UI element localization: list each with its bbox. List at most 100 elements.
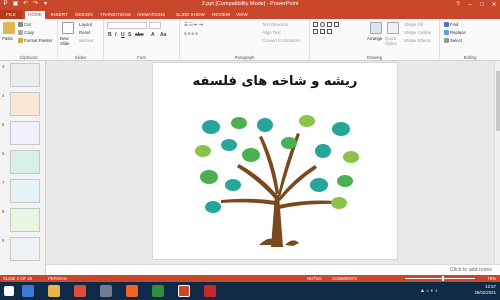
tab-home[interactable]: HOME (25, 11, 45, 19)
windows-start-icon[interactable] (4, 286, 14, 296)
quick-styles-icon[interactable] (387, 22, 399, 34)
format-painter-button[interactable]: Format Painter (18, 38, 52, 44)
tab-file[interactable]: FILE (0, 10, 22, 19)
comments-toggle[interactable]: COMMENTS (332, 276, 357, 281)
replace-button[interactable]: Replace (444, 30, 466, 36)
text-direction-button[interactable]: Text Direction (262, 22, 288, 27)
notes-placeholder[interactable]: Click to add notes (450, 267, 492, 273)
shape-line-icon[interactable] (313, 29, 318, 34)
cut-label: Cut (24, 22, 31, 27)
notes-toggle[interactable]: NOTES (307, 276, 322, 281)
paste-button[interactable]: Paste (2, 36, 13, 41)
shape-star-icon[interactable] (327, 29, 332, 34)
tab-insert[interactable]: INSERT (48, 11, 71, 19)
leaf-icon (337, 175, 353, 187)
tab-review[interactable]: REVIEW (209, 11, 233, 19)
tab-view[interactable]: VIEW (233, 11, 251, 19)
arrange-button[interactable]: Arrange (367, 36, 382, 41)
arrange-icon[interactable] (370, 22, 382, 34)
drawing-group-label: Drawing (366, 55, 383, 60)
current-slide[interactable]: ریشه و شاخه های فلسفه (152, 62, 398, 260)
leaf-icon (200, 170, 218, 184)
tab-slide-show[interactable]: SLIDE SHOW (173, 11, 208, 19)
font-name-box[interactable] (107, 22, 147, 29)
restore-button[interactable]: □ (476, 0, 488, 10)
slide-thumbnail-8[interactable] (10, 208, 40, 232)
slide-thumbnail-3[interactable] (10, 63, 40, 87)
quick-styles-button[interactable]: Quick Styles (385, 36, 401, 46)
language-indicator[interactable]: PERSIAN (48, 276, 67, 281)
slide-thumbnails-pane: 3 4 5 6 7 8 9 (0, 61, 46, 275)
font-group: B I U S abc A Aa Font (104, 19, 180, 61)
shape-arrow-icon[interactable] (334, 22, 339, 27)
scrollbar-thumb[interactable] (496, 71, 500, 131)
copy-icon (18, 30, 23, 36)
zoom-slider-knob[interactable] (442, 276, 445, 281)
new-slide-button[interactable]: New Slide (60, 36, 78, 46)
help-button[interactable]: ? (452, 0, 464, 10)
notes-pane[interactable]: Click to add notes (46, 264, 500, 275)
shape-rectangle-icon[interactable] (327, 22, 332, 27)
minimize-button[interactable]: – (464, 0, 476, 10)
shadow-button[interactable]: S (128, 32, 131, 38)
strikethrough-button[interactable]: abc (135, 32, 144, 38)
layout-button[interactable]: Layout (79, 22, 92, 27)
align-text-button[interactable]: Align Text (262, 30, 281, 35)
chrome-icon[interactable] (152, 285, 164, 297)
tab-design[interactable]: DESIGN (72, 11, 96, 19)
pdf-reader-icon[interactable] (204, 285, 216, 297)
clock[interactable]: 12:57 25/02/2021 (474, 284, 496, 296)
tab-animations[interactable]: ANIMATIONS (134, 11, 168, 19)
shape-textbox-icon[interactable] (313, 22, 318, 27)
italic-button[interactable]: I (115, 32, 116, 38)
font-color-button[interactable]: A (151, 32, 155, 38)
convert-smartart-button[interactable]: Convert to SmartArt (262, 38, 300, 43)
leaf-icon (281, 137, 297, 149)
find-button[interactable]: Find (444, 22, 458, 28)
leaf-icon (205, 201, 221, 213)
shape-oval-icon[interactable] (320, 22, 325, 27)
find-icon (444, 22, 449, 28)
slide-title[interactable]: ریشه و شاخه های فلسفه (153, 74, 397, 89)
powerpoint-taskbar-icon[interactable] (178, 285, 190, 297)
tree-illustration (195, 115, 359, 247)
slide-thumbnail-9[interactable] (10, 237, 40, 261)
slide-thumbnail-5[interactable] (10, 121, 40, 145)
firefox-icon[interactable] (126, 285, 138, 297)
shape-outline-button[interactable]: Shape Outline (404, 30, 431, 35)
windows-taskbar: ▲ ⌂ ◐ ♪ 12:57 25/02/2021 (0, 282, 500, 300)
shape-effects-button[interactable]: Shape Effects (404, 38, 431, 43)
change-case-button[interactable]: Aa (160, 32, 166, 38)
tab-transitions[interactable]: TRANSITIONS (97, 11, 134, 19)
copy-button[interactable]: Copy (18, 30, 34, 36)
vertical-scrollbar[interactable] (494, 61, 500, 264)
new-slide-icon[interactable] (62, 22, 74, 34)
system-tray-icons[interactable]: ▲ ⌂ ◐ ♪ (420, 288, 438, 294)
ribbon: Paste Cut Copy Format Painter Clipboard … (0, 19, 500, 61)
leaf-icon (231, 117, 247, 129)
font-size-box[interactable] (149, 22, 161, 29)
zoom-slider[interactable] (405, 276, 475, 281)
select-button[interactable]: Select (444, 38, 462, 44)
paste-icon[interactable] (3, 22, 15, 34)
alignment-buttons[interactable]: ≡ ≡ ≡ ≡ (184, 31, 198, 36)
bullets-button[interactable]: ☰ ☷ ⇤ ⇥ (184, 22, 203, 28)
underline-button[interactable]: U (121, 32, 125, 38)
thumbnail-number: 4 (2, 93, 5, 98)
internet-explorer-icon[interactable] (22, 285, 34, 297)
media-player-icon[interactable] (74, 285, 86, 297)
thumbnail-number: 6 (2, 151, 5, 156)
cut-button[interactable]: Cut (18, 22, 31, 28)
section-button[interactable]: Section (79, 38, 93, 43)
shape-fill-button[interactable]: Shape Fill (404, 22, 423, 27)
slide-thumbnail-6[interactable] (10, 150, 40, 174)
app-icon[interactable] (100, 285, 112, 297)
bold-button[interactable]: B (108, 32, 112, 38)
reset-button[interactable]: Reset (79, 30, 90, 35)
zoom-level[interactable]: 78% (487, 276, 496, 281)
shape-triangle-icon[interactable] (320, 29, 325, 34)
close-button[interactable]: ✕ (488, 0, 500, 10)
slide-thumbnail-7[interactable] (10, 179, 40, 203)
slide-thumbnail-4[interactable] (10, 92, 40, 116)
file-explorer-icon[interactable] (48, 285, 60, 297)
